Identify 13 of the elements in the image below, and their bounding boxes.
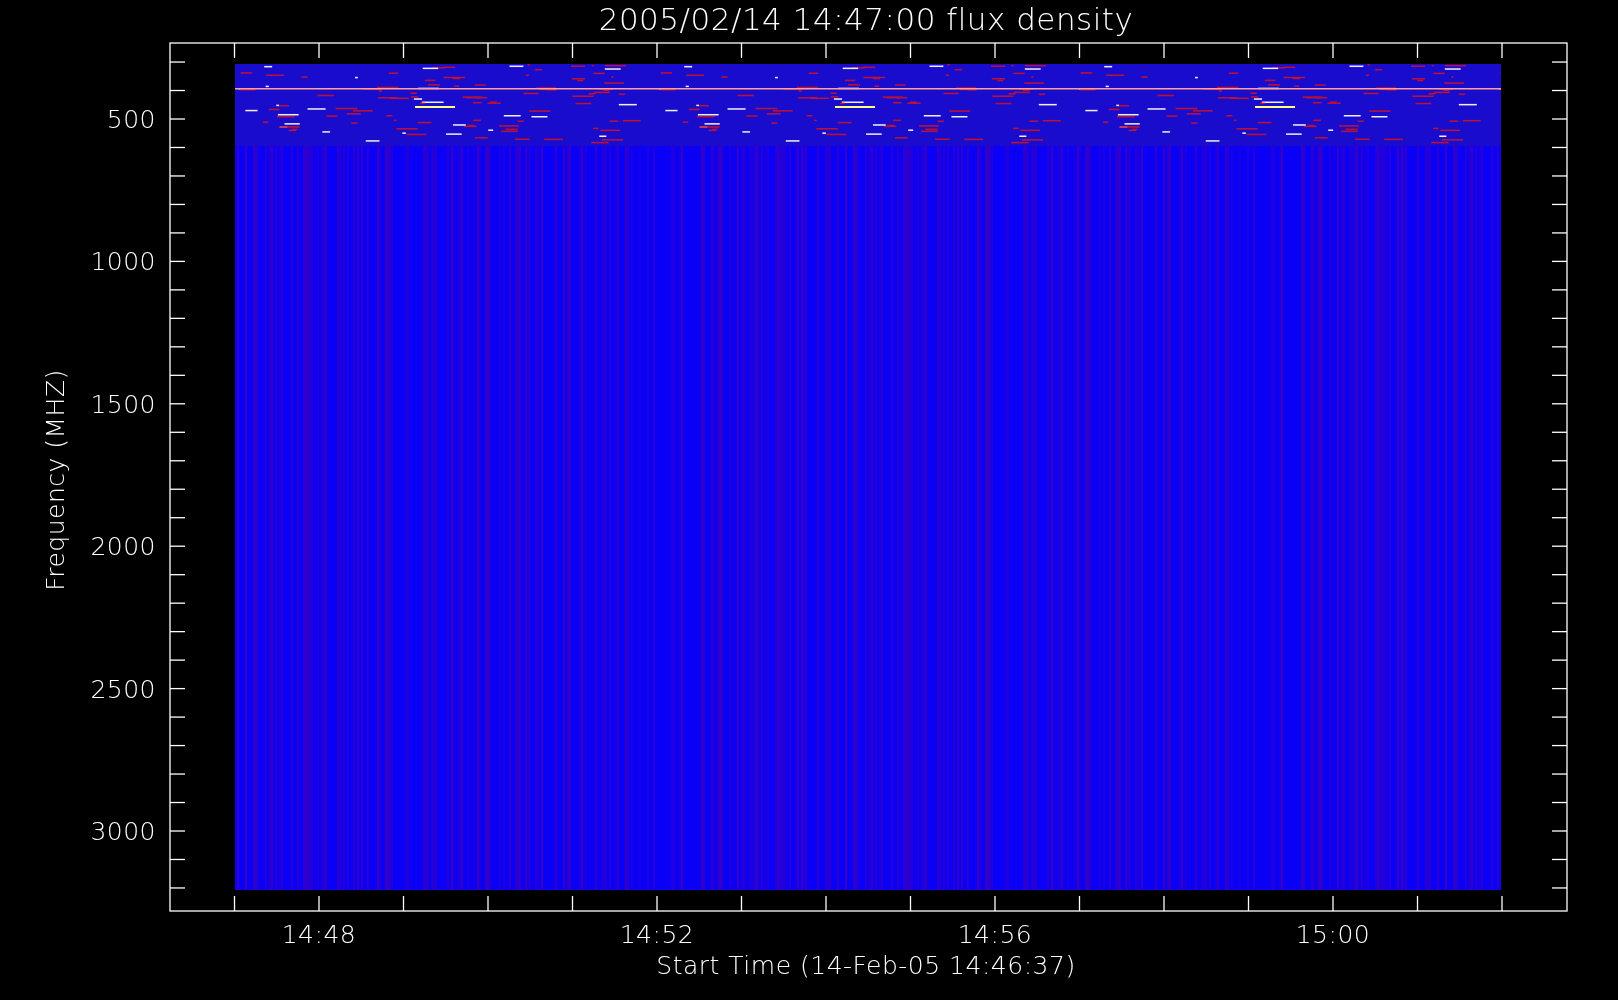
y-tick-label: 3000 — [90, 817, 156, 846]
x-axis-label: Start Time (14-Feb-05 14:46:37) — [656, 951, 1076, 980]
x-tick-label: 14:52 — [619, 920, 695, 949]
y-tick-label: 2500 — [90, 674, 156, 704]
y-tick-label: 2000 — [90, 532, 156, 562]
x-tick-label: 14:56 — [957, 920, 1033, 949]
x-tick-label: 14:48 — [281, 920, 357, 949]
y-tick-label: 1000 — [90, 247, 156, 277]
chart-title: 2005/02/14 14:47:00 flux density — [598, 1, 1134, 37]
y-axis-label: Frequency (MHZ) — [41, 369, 70, 591]
y-tick-label: 500 — [106, 105, 156, 134]
y-tick-label: 1500 — [90, 389, 156, 419]
x-tick-label: 15:00 — [1295, 920, 1371, 949]
